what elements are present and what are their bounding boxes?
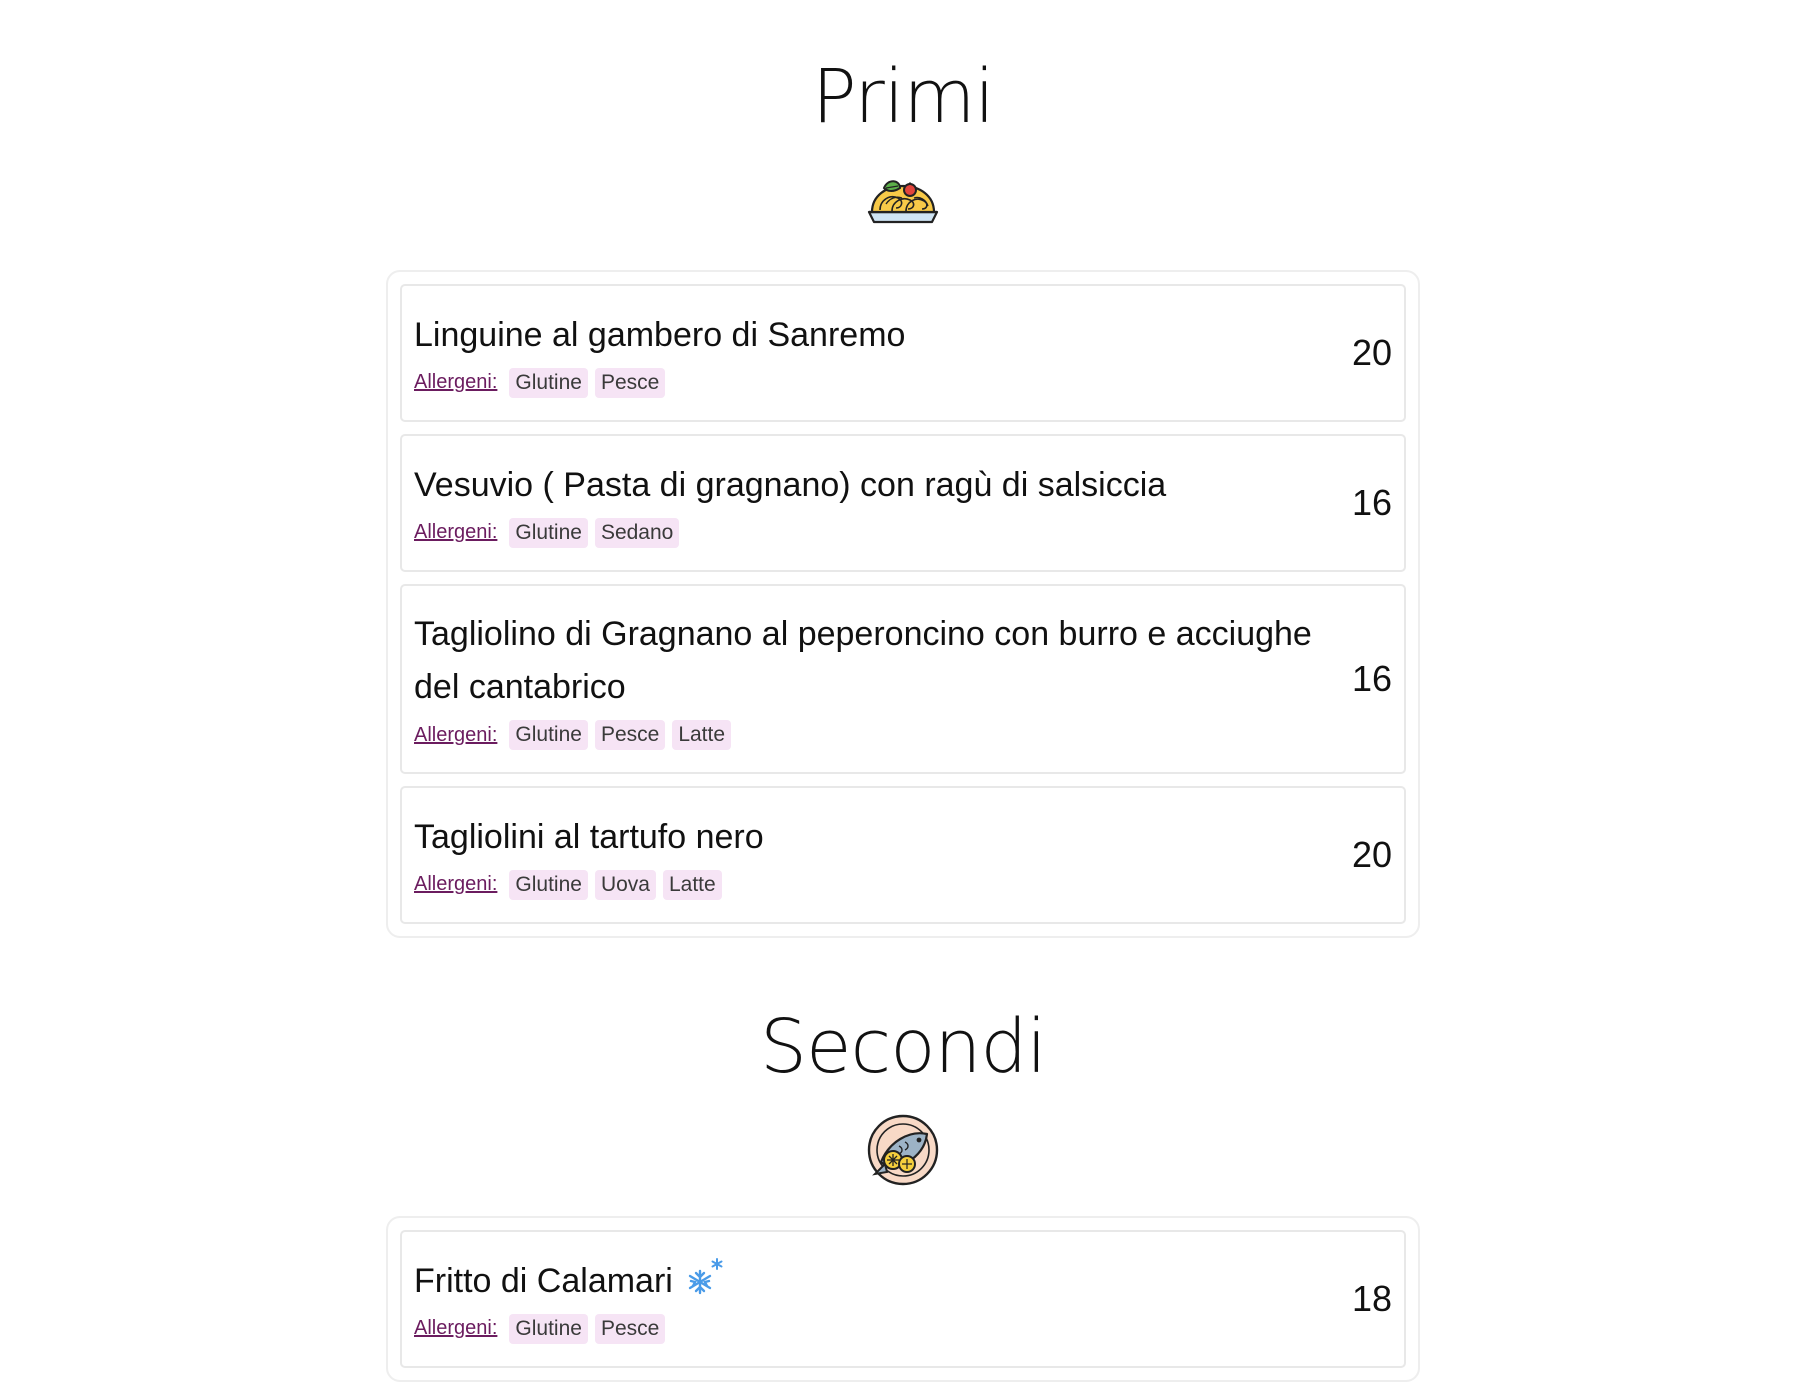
allergens-row: Allergeni: Glutine Pesce Latte	[414, 720, 1318, 750]
allergens-link[interactable]: Allergeni:	[414, 521, 497, 544]
menu-item-name: Linguine al gambero di Sanremo	[414, 315, 906, 354]
allergen-tag: Uova	[594, 869, 656, 900]
menu-item-info: Fritto di Calamari Allergeni: Glutine Pe…	[414, 1255, 1342, 1344]
menu-card-secondi: Fritto di Calamari Allergeni: Glutine Pe…	[386, 1216, 1420, 1382]
menu-item: Vesuvio ( Pasta di gragnano) con ragù di…	[400, 434, 1406, 572]
allergens-row: Allergeni: Glutine Pesce	[414, 367, 1318, 398]
allergen-tag: Glutine	[509, 517, 588, 548]
menu-item-name: Tagliolino di Gragnano al peperoncino co…	[414, 615, 1312, 706]
allergens-row: Allergeni: Glutine Sedano	[414, 517, 1318, 548]
menu-item-price: 16	[1351, 658, 1392, 699]
allergens-row: Allergeni: Glutine Uova Latte	[414, 869, 1318, 900]
allergens-link[interactable]: Allergeni:	[414, 1317, 497, 1340]
section-primi: Primi Linguine al gambero di Sanremo All…	[0, 0, 1806, 938]
menu-item-info: Tagliolini al tartufo nero Allergeni: Gl…	[414, 811, 1342, 900]
menu-item-info: Tagliolino di Gragnano al peperoncino co…	[414, 608, 1342, 750]
snowflake-icon	[689, 1257, 723, 1294]
menu-item-name: Tagliolini al tartufo nero	[414, 817, 764, 856]
menu-item-name-row: Fritto di Calamari	[414, 1255, 1318, 1308]
section-secondi: Secondi Fritto di Calamari Allergeni: Gl…	[0, 938, 1806, 1382]
allergen-tag: Sedano	[594, 517, 680, 548]
menu-item-price: 18	[1351, 1278, 1392, 1319]
allergen-tag: Pesce	[594, 367, 666, 398]
menu-item: Linguine al gambero di Sanremo Allergeni…	[400, 284, 1406, 422]
pasta-plate-icon	[867, 180, 939, 224]
allergen-tag: Glutine	[509, 367, 588, 398]
menu-item: Fritto di Calamari Allergeni: Glutine Pe…	[400, 1230, 1406, 1368]
menu-card-primi: Linguine al gambero di Sanremo Allergeni…	[386, 270, 1420, 938]
allergens-link[interactable]: Allergeni:	[414, 371, 497, 394]
allergen-tag: Glutine	[509, 1313, 588, 1344]
fish-plate-icon	[867, 1114, 939, 1186]
allergen-tag: Pesce	[594, 720, 666, 750]
section-title: Secondi	[760, 1004, 1047, 1090]
allergen-tag: Latte	[672, 720, 732, 750]
menu-item-price: 20	[1351, 332, 1392, 373]
allergens-link[interactable]: Allergeni:	[414, 724, 497, 747]
allergen-tag: Latte	[662, 869, 722, 900]
menu-item-info: Vesuvio ( Pasta di gragnano) con ragù di…	[414, 459, 1342, 548]
menu-item-price: 16	[1351, 482, 1392, 523]
allergens-row: Allergeni: Glutine Pesce	[414, 1313, 1318, 1344]
allergen-tag: Glutine	[509, 720, 588, 750]
menu-item-name: Fritto di Calamari	[414, 1261, 673, 1300]
menu-item-price: 20	[1351, 834, 1392, 875]
allergen-tag: Glutine	[509, 869, 588, 900]
section-title: Primi	[812, 54, 995, 140]
menu-item: Tagliolini al tartufo nero Allergeni: Gl…	[400, 786, 1406, 924]
allergen-tag: Pesce	[594, 1313, 666, 1344]
menu-item: Tagliolino di Gragnano al peperoncino co…	[400, 584, 1406, 774]
allergens-link[interactable]: Allergeni:	[414, 873, 497, 896]
menu-item-info: Linguine al gambero di Sanremo Allergeni…	[414, 309, 1342, 398]
menu-item-name: Vesuvio ( Pasta di gragnano) con ragù di…	[414, 465, 1167, 504]
